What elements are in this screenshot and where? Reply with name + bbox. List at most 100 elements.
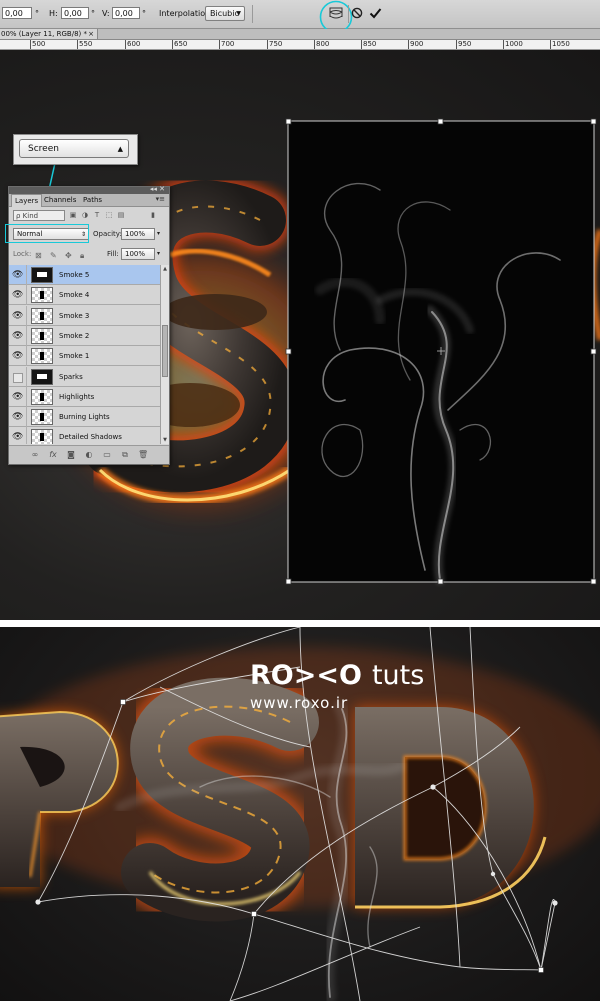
layer-row[interactable]: 👁︎ Smoke 1: [9, 346, 160, 367]
chevron-updown-icon: ▲: [117, 145, 123, 153]
ruler-tick: [77, 40, 78, 49]
divider: [26, 346, 27, 367]
divider: [26, 366, 27, 387]
tab-layers[interactable]: Layers: [11, 194, 43, 207]
chevron-down-icon: ▼: [236, 10, 241, 17]
ruler-label: 650: [174, 40, 188, 48]
add-mask-icon[interactable]: ◙: [66, 450, 76, 460]
eye-icon[interactable]: 👁︎: [12, 351, 23, 361]
eye-icon[interactable]: 👁︎: [12, 432, 23, 442]
layers-panel-footer: ∞ fx ◙ ◐ ▭ ⧉ 🗑︎: [9, 445, 169, 464]
layer-row[interactable]: 👁︎ Detailed Shadows: [9, 427, 160, 444]
adjustment-filter-icon[interactable]: ◑: [81, 211, 89, 219]
close-icon[interactable]: ×: [88, 29, 94, 39]
h-label: H:: [49, 9, 58, 18]
layer-row[interactable]: 👁︎ Smoke 3: [9, 305, 160, 326]
roxo-tuts-watermark: RO><O tuts www.roxo.ir: [250, 660, 424, 712]
thumbnail-content: [40, 392, 44, 401]
panel-title-bar[interactable]: ◂◂ ✕: [9, 185, 169, 194]
eye-icon[interactable]: 👁︎: [12, 290, 23, 300]
divider: [0, 620, 600, 627]
tab-channels[interactable]: Channels: [41, 194, 79, 206]
layer-row[interactable]: 👁︎ Smoke 4: [9, 285, 160, 306]
layer-style-icon[interactable]: fx: [48, 450, 58, 460]
v-skew-field[interactable]: 0,00: [112, 7, 140, 19]
opacity-dropdown-icon[interactable]: ▾: [157, 228, 160, 240]
link-layers-icon[interactable]: ∞: [30, 450, 40, 460]
layer-list-scrollbar[interactable]: ▲ ▼: [160, 265, 169, 444]
lock-position-icon[interactable]: ✥: [65, 251, 72, 260]
layer-thumbnail: [31, 409, 53, 426]
filter-toggle-icon[interactable]: ▮: [149, 211, 157, 219]
ruler-label: 850: [363, 40, 377, 48]
ruler-label: 1000: [505, 40, 523, 48]
scrollbar-thumb[interactable]: [162, 325, 168, 377]
lock-all-icon[interactable]: 🔒︎: [80, 251, 84, 261]
filter-kind-label: ρ Kind: [16, 212, 39, 220]
divider: [252, 5, 253, 23]
layer-thumbnail: [31, 267, 53, 283]
blend-mode-current: Normal: [17, 230, 43, 238]
v-label: V:: [102, 9, 110, 18]
tab-paths[interactable]: Paths: [80, 194, 105, 206]
lock-image-icon[interactable]: ✎: [50, 251, 57, 260]
interpolation-select[interactable]: Bicubic ▼: [205, 6, 245, 21]
layer-row[interactable]: 👁︎ Burning Lights: [9, 407, 160, 428]
layer-name: Smoke 4: [59, 291, 90, 300]
scroll-up-icon[interactable]: ▲: [161, 265, 169, 273]
ruler-tick: [314, 40, 315, 49]
layer-thumbnail: [31, 429, 53, 444]
layer-thumbnail: [31, 388, 53, 405]
eye-icon[interactable]: 👁︎: [12, 412, 23, 422]
type-filter-icon[interactable]: T: [93, 211, 101, 219]
document-tab[interactable]: 00% (Layer 11, RGB/8) * ×: [0, 29, 98, 39]
layer-thumbnail: [31, 368, 53, 385]
ruler-tick: [267, 40, 268, 49]
divider: [26, 386, 27, 407]
eye-icon[interactable]: 👁︎: [12, 392, 23, 402]
document-tab-bar: 00% (Layer 11, RGB/8) * ×: [0, 29, 600, 40]
shape-filter-icon[interactable]: ⬚: [105, 211, 113, 219]
panel-collapse-icon[interactable]: ◂◂ ✕: [150, 185, 165, 193]
ruler-label: 700: [221, 40, 235, 48]
eye-icon[interactable]: 👁︎: [12, 331, 23, 341]
document-tab-title: 00% (Layer 11, RGB/8) *: [1, 30, 87, 38]
cancel-transform-icon[interactable]: [351, 7, 363, 19]
adjustment-layer-icon[interactable]: ◐: [84, 450, 94, 460]
delete-layer-icon[interactable]: 🗑︎: [138, 450, 148, 460]
layers-panel: ◂◂ ✕ Layers Channels Paths ▾≡ ρ Kind ▣ ◑…: [8, 185, 170, 465]
opacity-field[interactable]: 100%: [121, 228, 155, 240]
new-group-icon[interactable]: ▭: [102, 450, 112, 460]
eye-icon[interactable]: 👁︎: [12, 270, 23, 280]
eye-icon[interactable]: 👁︎: [12, 311, 23, 321]
fill-dropdown-icon[interactable]: ▾: [157, 248, 160, 260]
commit-transform-icon[interactable]: [369, 7, 382, 19]
smart-object-filter-icon[interactable]: ▤: [117, 211, 125, 219]
layer-row[interactable]: Sparks: [9, 366, 160, 387]
blend-mode-select[interactable]: Normal ⇕: [13, 228, 89, 240]
thumbnail-content: [40, 433, 44, 442]
blend-mode-select-screen[interactable]: Screen ▲: [19, 139, 129, 158]
layer-name: Highlights: [59, 392, 95, 401]
ruler-label: 500: [32, 40, 46, 48]
layer-row[interactable]: 👁︎ Smoke 5: [9, 265, 160, 285]
layer-row[interactable]: 👁︎ Highlights: [9, 386, 160, 407]
lock-transparent-icon[interactable]: ⊠: [35, 251, 42, 260]
filter-kind-select[interactable]: ρ Kind: [13, 210, 65, 221]
layer-name: Smoke 2: [59, 331, 90, 340]
ruler-label: 800: [316, 40, 330, 48]
fill-field[interactable]: 100%: [121, 248, 155, 260]
new-layer-icon[interactable]: ⧉: [120, 450, 130, 460]
visibility-toggle-empty[interactable]: [13, 372, 23, 383]
h-skew-field[interactable]: 0,00: [61, 7, 89, 19]
pixel-filter-icon[interactable]: ▣: [69, 211, 77, 219]
chevron-updown-icon: ⇕: [80, 231, 86, 238]
horizontal-ruler[interactable]: 500 550 600 650 700 750 800 850 900 950 1000 1050: [0, 40, 600, 50]
panel-menu-icon[interactable]: ▾≡: [156, 195, 165, 203]
ruler-label: 1050: [552, 40, 570, 48]
scroll-down-icon[interactable]: ▼: [161, 436, 169, 444]
layer-row[interactable]: 👁︎ Smoke 2: [9, 325, 160, 346]
first-value-field[interactable]: 0,00: [2, 7, 32, 19]
layer-thumbnail: [31, 327, 53, 344]
ruler-tick: [503, 40, 504, 49]
